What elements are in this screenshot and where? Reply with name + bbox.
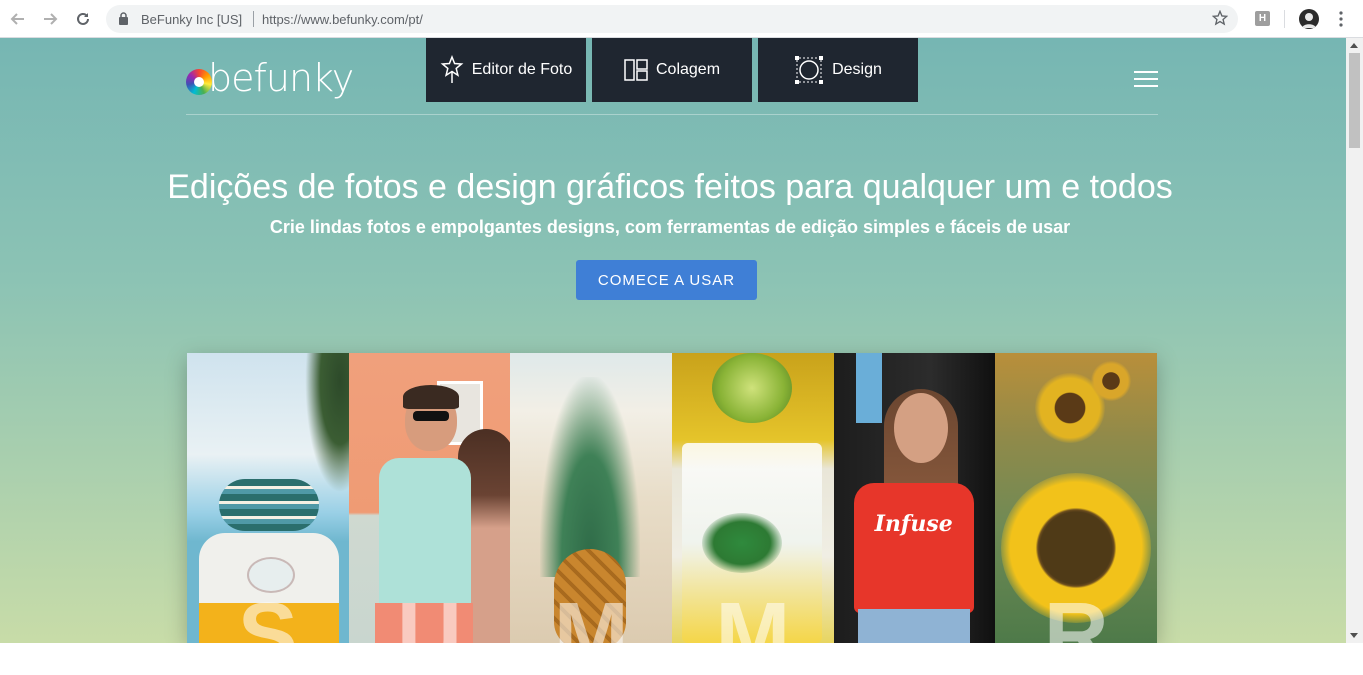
- bookmark-star-icon[interactable]: [1211, 9, 1229, 31]
- gallery-letter: S: [237, 585, 298, 643]
- hamburger-line: [1134, 85, 1158, 87]
- extension-icon[interactable]: H: [1255, 11, 1270, 26]
- gallery-panel-sunflowers: R: [995, 353, 1158, 643]
- scrollbar-thumb[interactable]: [1349, 53, 1360, 148]
- gallery-letter: U: [397, 585, 462, 643]
- url-text[interactable]: https://www.befunky.com/pt/: [262, 12, 423, 27]
- hero-subheadline: Crie lindas fotos e empolgantes designs,…: [269, 217, 1071, 237]
- omnibox-divider: [253, 11, 254, 27]
- gallery-panel-couple: U: [348, 353, 511, 643]
- toolbar-divider: [1284, 10, 1285, 28]
- profile-avatar[interactable]: [1299, 9, 1319, 29]
- gallery-panel-woman: Infuse E: [833, 353, 996, 643]
- gallery-letter: R: [1043, 585, 1109, 643]
- reload-icon[interactable]: [73, 9, 93, 29]
- nav-tab-photo-editor[interactable]: Editor de Foto: [426, 38, 586, 102]
- star-icon: [440, 55, 464, 85]
- surfboards-image: [219, 479, 319, 531]
- lock-icon: [118, 12, 129, 30]
- gallery-letter: M: [553, 585, 629, 643]
- site-identity[interactable]: BeFunky Inc [US]: [141, 12, 242, 27]
- browser-toolbar: BeFunky Inc [US] https://www.befunky.com…: [0, 0, 1363, 38]
- gallery-panel-pineapple: M: [510, 353, 673, 643]
- mint-leaves-image: [702, 513, 783, 573]
- shirt-text: Infuse: [874, 511, 953, 537]
- hamburger-line: [1134, 78, 1158, 80]
- menu-kebab-icon[interactable]: [1334, 10, 1348, 28]
- address-bar[interactable]: BeFunky Inc [US] https://www.befunky.com…: [106, 5, 1238, 33]
- collage-icon: [624, 59, 648, 81]
- sunglasses-image: [412, 411, 449, 421]
- lime-image: [712, 353, 793, 423]
- header-divider: [186, 114, 1158, 115]
- window-bottom-area: [0, 643, 1363, 675]
- nav-tab-collage[interactable]: Colagem: [592, 38, 752, 102]
- logo-color-wheel-icon: [186, 69, 212, 95]
- gallery-letter: M: [715, 585, 791, 643]
- design-icon: [794, 55, 824, 85]
- scroll-down-arrow-icon[interactable]: [1350, 633, 1358, 638]
- forward-icon[interactable]: [40, 9, 60, 29]
- palm-tree-image: [304, 353, 349, 493]
- nav-tab-label: Colagem: [655, 61, 721, 78]
- nav-tab-label: Design: [832, 61, 882, 78]
- gallery-panel-lemonade: M: [672, 353, 834, 643]
- woman-head-image: [893, 393, 948, 463]
- red-shirt-image: Infuse: [853, 483, 974, 613]
- hero-headline: Edições de fotos e design gráficos feito…: [167, 168, 1173, 206]
- scroll-up-arrow-icon[interactable]: [1350, 43, 1358, 48]
- back-icon[interactable]: [8, 9, 28, 29]
- sunflower-image: [1091, 361, 1132, 401]
- hamburger-line: [1134, 71, 1158, 73]
- logo-text: befunky: [208, 56, 354, 100]
- vertical-scrollbar[interactable]: [1346, 38, 1363, 643]
- hamburger-icon[interactable]: [1134, 71, 1158, 87]
- get-started-button[interactable]: COMECE A USAR: [576, 260, 757, 300]
- nav-tab-label: Editor de Foto: [471, 61, 573, 78]
- summer-photo-gallery: S U M M Infuse E: [187, 353, 1158, 643]
- man-hair-image: [402, 385, 459, 409]
- pineapple-leaves-image: [540, 377, 641, 577]
- shop-sign-image: [855, 353, 882, 423]
- jeans-image: [857, 609, 970, 643]
- gallery-panel-van: S: [187, 353, 349, 643]
- befunky-logo[interactable]: befunky: [186, 52, 354, 104]
- nav-tab-design[interactable]: Design: [758, 38, 918, 102]
- page-content: befunky Editor de Foto Colagem Design Ed…: [0, 38, 1346, 643]
